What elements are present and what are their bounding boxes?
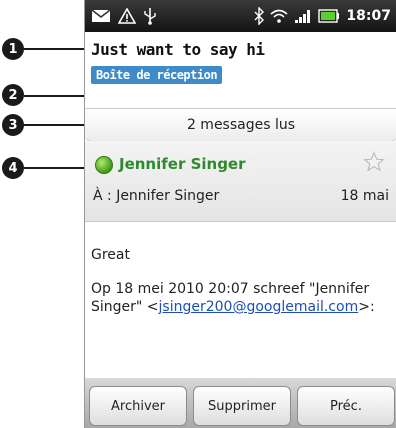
body-greeting: Great: [91, 247, 130, 263]
wifi-icon: [270, 6, 288, 26]
email-link[interactable]: jsinger200@googlemail.com: [159, 299, 359, 315]
delete-button[interactable]: Supprimer: [193, 386, 291, 426]
action-bar: Archiver Supprimer Préc.: [85, 378, 396, 428]
battery-icon: [318, 6, 340, 26]
previous-button[interactable]: Préc.: [297, 386, 395, 426]
sender-name[interactable]: Jennifer Singer: [119, 155, 246, 173]
quoted-header: Op 18 mei 2010 20:07 schreef "Jennifer S…: [91, 280, 391, 316]
callout-4: 4: [2, 157, 24, 179]
previous-button-label: Préc.: [330, 398, 362, 414]
star-icon[interactable]: [363, 151, 385, 177]
bluetooth-icon: [254, 6, 265, 26]
status-bar: 18:07: [85, 0, 396, 32]
email-subject: Just want to say hi: [91, 40, 265, 59]
folder-label[interactable]: Boîte de réception: [91, 66, 223, 84]
callout-1: 1: [2, 38, 24, 60]
scroll-fade: [85, 360, 396, 380]
quote-suffix: >:: [358, 299, 375, 315]
read-messages-label: 2 messages lus: [186, 117, 296, 133]
signal-icon: [294, 6, 312, 26]
callout-3: 3: [2, 114, 24, 136]
archive-button-label: Archiver: [111, 398, 165, 414]
callout-2: 2: [2, 84, 24, 106]
delete-button-label: Supprimer: [208, 398, 276, 414]
online-status-icon: [95, 156, 113, 174]
message-date: 18 mai: [340, 188, 389, 204]
status-time: 18:07: [346, 8, 391, 24]
recipient-line: À : Jennifer Singer: [93, 188, 220, 204]
usb-icon: [143, 6, 157, 26]
callout-3-label: 3: [8, 117, 18, 133]
callout-4-label: 4: [8, 160, 18, 176]
callout-1-line: [24, 48, 88, 50]
callout-2-label: 2: [8, 87, 18, 103]
mail-icon: [91, 6, 111, 26]
callout-1-label: 1: [8, 41, 18, 57]
warning-icon: [118, 6, 136, 26]
email-screen: 18:07 Just want to say hi Boîte de récep…: [84, 0, 396, 428]
read-messages-bar[interactable]: 2 messages lus: [85, 108, 396, 142]
archive-button[interactable]: Archiver: [89, 386, 187, 426]
sender-header[interactable]: Jennifer Singer À : Jennifer Singer 18 m…: [85, 141, 396, 222]
